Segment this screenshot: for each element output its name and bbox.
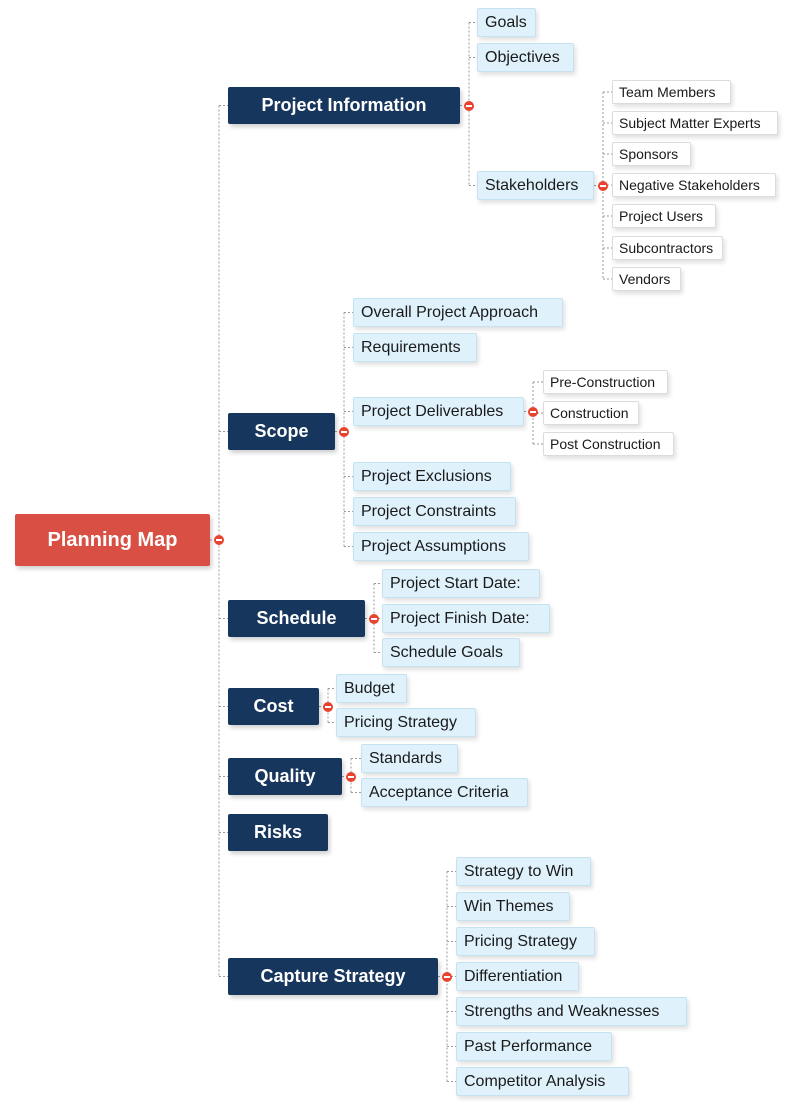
leaf-topic-pre-construction[interactable]: Pre-Construction (543, 370, 668, 394)
subtopic-win-themes[interactable]: Win Themes (456, 892, 570, 921)
collapse-toggle-capture-strategy[interactable] (442, 971, 452, 982)
subtopic-project-start-date[interactable]: Project Start Date: (382, 569, 540, 598)
collapse-toggle-project-information[interactable] (464, 100, 474, 111)
leaf-topic-team-members[interactable]: Team Members (612, 80, 731, 104)
subtopic-requirements[interactable]: Requirements (353, 333, 477, 362)
subtopic-pricing-strategy[interactable]: Pricing Strategy (336, 708, 476, 737)
subtopic-project-assumptions[interactable]: Project Assumptions (353, 532, 529, 561)
collapse-toggle-project-deliverables[interactable] (528, 406, 538, 417)
leaf-topic-construction[interactable]: Construction (543, 401, 639, 425)
collapse-toggle-cost[interactable] (323, 701, 333, 712)
subtopic-acceptance-criteria[interactable]: Acceptance Criteria (361, 778, 528, 807)
leaf-topic-vendors[interactable]: Vendors (612, 267, 681, 291)
subtopic-strengths-and-weaknesses[interactable]: Strengths and Weaknesses (456, 997, 687, 1026)
collapse-toggle-stakeholders[interactable] (598, 180, 608, 191)
subtopic-budget[interactable]: Budget (336, 674, 407, 703)
subtopic-stakeholders[interactable]: Stakeholders (477, 171, 594, 200)
leaf-topic-negative-stakeholders[interactable]: Negative Stakeholders (612, 173, 776, 197)
leaf-topic-post-construction[interactable]: Post Construction (543, 432, 674, 456)
main-topic-scope[interactable]: Scope (228, 413, 335, 450)
leaf-topic-subcontractors[interactable]: Subcontractors (612, 236, 723, 260)
leaf-topic-sponsors[interactable]: Sponsors (612, 142, 691, 166)
subtopic-schedule-goals[interactable]: Schedule Goals (382, 638, 520, 667)
main-topic-cost[interactable]: Cost (228, 688, 319, 725)
collapse-toggle-scope[interactable] (339, 426, 349, 437)
subtopic-project-finish-date[interactable]: Project Finish Date: (382, 604, 550, 633)
main-topic-capture-strategy[interactable]: Capture Strategy (228, 958, 438, 995)
main-topic-risks[interactable]: Risks (228, 814, 328, 851)
root-topic-planning-map[interactable]: Planning Map (15, 514, 210, 566)
subtopic-standards[interactable]: Standards (361, 744, 458, 773)
subtopic-goals[interactable]: Goals (477, 8, 536, 37)
subtopic-pricing-strategy[interactable]: Pricing Strategy (456, 927, 595, 956)
leaf-topic-subject-matter-experts[interactable]: Subject Matter Experts (612, 111, 778, 135)
collapse-toggle-schedule[interactable] (369, 613, 379, 624)
subtopic-past-performance[interactable]: Past Performance (456, 1032, 612, 1061)
main-topic-project-information[interactable]: Project Information (228, 87, 460, 124)
main-topic-quality[interactable]: Quality (228, 758, 342, 795)
collapse-toggle-planning-map[interactable] (214, 535, 224, 545)
subtopic-project-exclusions[interactable]: Project Exclusions (353, 462, 511, 491)
subtopic-project-constraints[interactable]: Project Constraints (353, 497, 516, 526)
subtopic-competitor-analysis[interactable]: Competitor Analysis (456, 1067, 629, 1096)
subtopic-objectives[interactable]: Objectives (477, 43, 574, 72)
subtopic-differentiation[interactable]: Differentiation (456, 962, 579, 991)
subtopic-project-deliverables[interactable]: Project Deliverables (353, 397, 524, 426)
main-topic-schedule[interactable]: Schedule (228, 600, 365, 637)
collapse-toggle-quality[interactable] (346, 771, 356, 782)
subtopic-strategy-to-win[interactable]: Strategy to Win (456, 857, 591, 886)
subtopic-overall-project-approach[interactable]: Overall Project Approach (353, 298, 563, 327)
leaf-topic-project-users[interactable]: Project Users (612, 204, 716, 228)
